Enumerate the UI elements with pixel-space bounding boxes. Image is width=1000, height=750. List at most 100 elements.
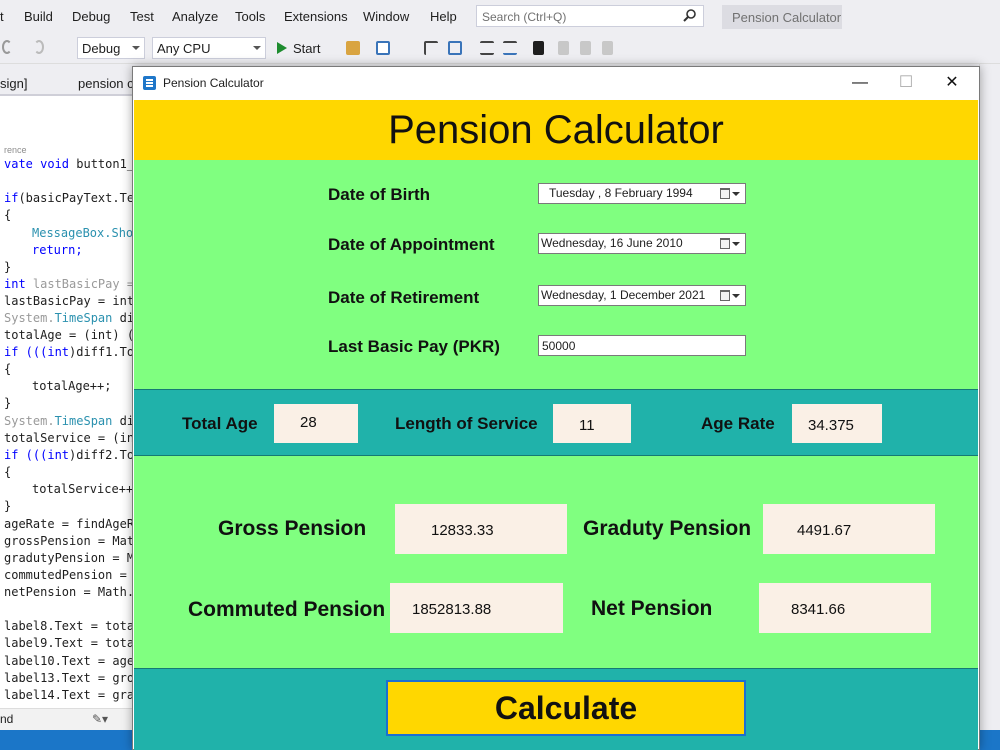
menu-item-window[interactable]: Window (363, 9, 409, 24)
start-label: Start (293, 41, 321, 56)
code-line: label13.Text = gro (4, 671, 132, 685)
dob-value: Tuesday , 8 February 1994 (549, 186, 693, 200)
dob-date-picker[interactable]: Tuesday , 8 February 1994 (538, 183, 746, 204)
calendar-icon (720, 290, 730, 301)
results-panel: Gross Pension 12833.33 Graduty Pension 4… (134, 456, 978, 668)
code-token: int (47, 345, 70, 359)
prev-bookmark-icon[interactable] (558, 41, 569, 55)
clear-bookmark-icon[interactable] (602, 41, 613, 55)
graduty-pension-label: Graduty Pension (583, 517, 752, 540)
net-pension-label: Net Pension (591, 597, 713, 620)
footer-panel: Calculate (134, 668, 978, 750)
menu-item-help[interactable]: Help (430, 9, 457, 24)
tab-pension-code[interactable]: pension c (78, 76, 134, 91)
ide-toolbar: Debug Any CPU Start (0, 32, 1000, 64)
code-token: TimeSpan (54, 311, 113, 325)
status-text: nd (0, 712, 14, 726)
code-line: if (((int)diff1.To (4, 345, 132, 359)
code-token: button1_C (76, 157, 132, 171)
code-line: vate void button1_C (4, 157, 132, 171)
calendar-dropdown[interactable] (720, 237, 742, 250)
maximize-button[interactable]: ☐ (883, 67, 929, 99)
doa-value: Wednesday, 16 June 2010 (541, 236, 683, 250)
chevron-down-icon (132, 46, 140, 50)
code-line: { (4, 465, 12, 479)
window-icon[interactable] (448, 41, 462, 55)
config-value: Debug (82, 41, 121, 56)
code-token: di (112, 311, 132, 325)
code-line: lastBasicPay = int (4, 294, 132, 308)
menu-item-tools[interactable]: Tools (235, 9, 265, 24)
calculate-button[interactable]: Calculate (386, 680, 746, 736)
code-token: TimeSpan (54, 414, 113, 428)
age-rate-output: 34.375 (792, 404, 882, 443)
app-icon (143, 76, 156, 90)
code-editor[interactable]: rence vate void button1_C if(basicPayTex… (0, 96, 132, 708)
code-token: di (112, 414, 132, 428)
chevron-down-icon (253, 46, 261, 50)
menu-item-test[interactable]: Test (130, 9, 154, 24)
code-line: ageRate = findAgeR (4, 517, 132, 531)
chevron-down-icon (732, 242, 740, 246)
code-line: System.TimeSpan di (4, 311, 132, 325)
code-line: label14.Text = gra (4, 688, 132, 702)
platform-value: Any CPU (157, 41, 211, 56)
menu-item-build[interactable]: Build (24, 9, 53, 24)
indent-icon[interactable] (480, 41, 494, 55)
doa-date-picker[interactable]: Wednesday, 16 June 2010 (538, 233, 746, 254)
step-icon[interactable] (424, 41, 438, 55)
code-line: label9.Text = tota (4, 636, 132, 650)
code-token: lastBasicPay = (25, 277, 132, 291)
brush-icon[interactable]: ✎▾ (92, 712, 108, 726)
input-panel: Date of Birth Tuesday , 8 February 1994 … (134, 160, 978, 389)
close-button[interactable]: ✕ (929, 67, 975, 99)
basic-pay-input[interactable]: 50000 (538, 335, 746, 356)
window-titlebar[interactable]: Pension Calculator — ☐ ✕ (133, 67, 979, 99)
menu-item-debug[interactable]: Debug (72, 9, 110, 24)
dor-date-picker[interactable]: Wednesday, 1 December 2021 (538, 285, 746, 306)
redo-icon[interactable] (34, 40, 44, 54)
bookmark-icon[interactable] (533, 41, 544, 55)
code-line: MessageBox.Sho (32, 226, 132, 240)
gross-pension-output: 12833.33 (395, 504, 567, 554)
ide-search-input[interactable]: Search (Ctrl+Q) (476, 5, 704, 27)
code-line: if (((int)diff2.To (4, 448, 132, 462)
calendar-dropdown[interactable] (720, 289, 742, 302)
config-select[interactable]: Debug (77, 37, 145, 59)
total-age-label: Total Age (182, 414, 258, 433)
code-token: (basicPayText.Te (18, 191, 132, 205)
outdent-icon[interactable] (503, 41, 517, 55)
code-line: totalService = (in (4, 431, 132, 445)
commuted-pension-label: Commuted Pension (188, 598, 386, 621)
tab-designer[interactable]: sign] (0, 76, 27, 91)
platform-select[interactable]: Any CPU (152, 37, 266, 59)
total-age-output: 28 (274, 404, 358, 443)
service-length-label: Length of Service (395, 414, 538, 433)
solution-title: Pension Calculator (722, 5, 842, 29)
menu-item-file[interactable]: t (0, 9, 4, 24)
next-bookmark-icon[interactable] (580, 41, 591, 55)
code-line: } (4, 499, 12, 513)
search-icon (683, 9, 696, 22)
minimize-button[interactable]: — (837, 67, 883, 99)
menu-item-analyze[interactable]: Analyze (172, 9, 218, 24)
summary-panel: Total Age 28 Length of Service 11 Age Ra… (134, 389, 978, 456)
doa-label: Date of Appointment (328, 235, 495, 254)
page-title: Pension Calculator (388, 108, 724, 152)
browser-icon[interactable] (376, 41, 390, 55)
menu-item-extensions[interactable]: Extensions (284, 9, 348, 24)
dor-label: Date of Retirement (328, 288, 480, 307)
code-line: return; (32, 243, 83, 257)
calendar-dropdown[interactable] (720, 187, 742, 200)
code-line: if(basicPayText.Te (4, 191, 132, 205)
folder-icon[interactable] (346, 41, 360, 55)
gross-pension-label: Gross Pension (218, 517, 367, 540)
undo-icon[interactable] (2, 40, 12, 54)
code-line: totalAge = (int) ( (4, 328, 132, 342)
age-rate-label: Age Rate (701, 414, 775, 433)
code-token: int (47, 448, 70, 462)
commuted-pension-output: 1852813.88 (390, 583, 563, 633)
search-placeholder: Search (Ctrl+Q) (482, 10, 567, 24)
code-token: )diff2.To (69, 448, 132, 462)
code-token: if ((( (4, 448, 48, 462)
